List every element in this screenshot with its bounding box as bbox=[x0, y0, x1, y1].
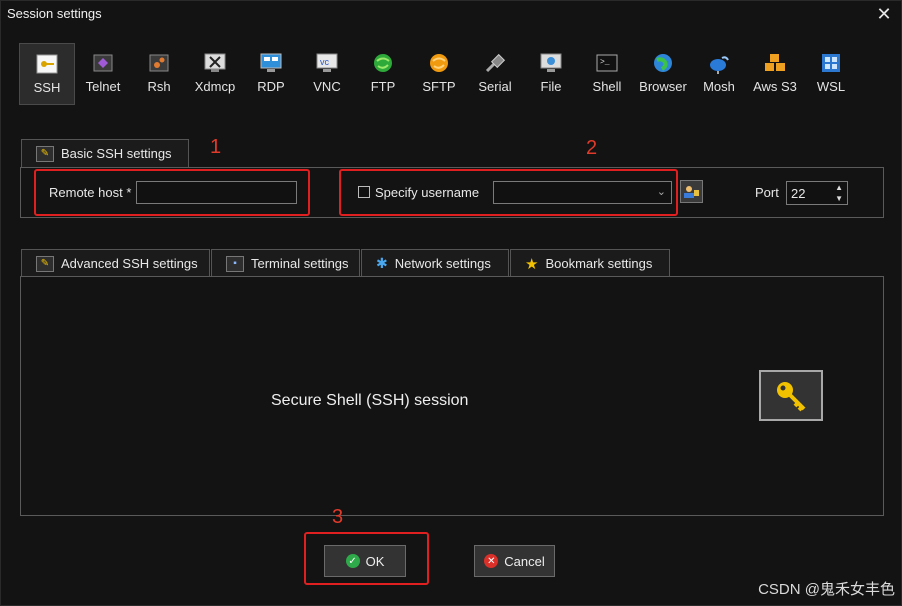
ssh-key-icon bbox=[759, 370, 823, 421]
tab-label: Terminal settings bbox=[251, 256, 349, 271]
protocol-sftp[interactable]: SFTP bbox=[411, 43, 467, 105]
annotation-box-3 bbox=[304, 532, 429, 585]
telnet-icon bbox=[92, 53, 114, 73]
tab-advanced-ssh-settings[interactable]: ✎ Advanced SSH settings bbox=[21, 249, 210, 277]
ssh-key-icon bbox=[36, 54, 58, 74]
svg-text:vc: vc bbox=[320, 57, 330, 67]
protocol-vnc[interactable]: vc VNC bbox=[299, 43, 355, 105]
session-content-panel: Secure Shell (SSH) session bbox=[20, 276, 884, 516]
annotation-box-1 bbox=[34, 169, 310, 216]
protocol-telnet[interactable]: Telnet bbox=[75, 43, 131, 105]
xdmcp-icon bbox=[204, 53, 226, 73]
aws-s3-icon bbox=[764, 53, 786, 73]
protocol-rdp[interactable]: RDP bbox=[243, 43, 299, 105]
protocol-wsl[interactable]: WSL bbox=[803, 43, 859, 105]
protocol-xdmcp[interactable]: Xdmcp bbox=[187, 43, 243, 105]
wrench-icon: ✎ bbox=[36, 145, 54, 162]
protocol-ftp[interactable]: FTP bbox=[355, 43, 411, 105]
wsl-icon bbox=[820, 53, 842, 73]
rsh-icon bbox=[148, 53, 170, 73]
network-icon: ✱ bbox=[376, 255, 388, 271]
protocol-shell[interactable]: >_ Shell bbox=[579, 43, 635, 105]
annotation-number-1: 1 bbox=[210, 136, 222, 158]
terminal-icon: ▪ bbox=[226, 255, 244, 272]
wrench-icon: ✎ bbox=[36, 255, 54, 272]
annotation-number-2: 2 bbox=[586, 137, 598, 159]
browser-icon bbox=[652, 53, 674, 73]
annotation-number-3: 3 bbox=[332, 506, 344, 528]
spin-arrows-icon[interactable]: ▲ ▼ bbox=[835, 182, 843, 204]
tab-label: Basic SSH settings bbox=[61, 146, 172, 161]
session-settings-dialog: Session settings ✕ SSH Telnet Rsh Xdmcp … bbox=[0, 0, 902, 606]
mosh-icon bbox=[708, 53, 730, 74]
rdp-icon bbox=[260, 53, 282, 73]
serial-icon bbox=[484, 53, 506, 73]
protocol-mosh[interactable]: Mosh bbox=[691, 43, 747, 105]
ftp-icon bbox=[372, 53, 394, 73]
shell-icon: >_ bbox=[596, 53, 618, 73]
file-icon bbox=[540, 53, 562, 73]
tab-label: Network settings bbox=[394, 256, 491, 271]
title-bar: Session settings ✕ bbox=[1, 1, 901, 27]
protocol-rsh[interactable]: Rsh bbox=[131, 43, 187, 105]
protocol-serial[interactable]: Serial bbox=[467, 43, 523, 105]
tab-terminal-settings[interactable]: ▪ Terminal settings bbox=[211, 249, 360, 277]
user-manager-button[interactable] bbox=[680, 180, 703, 203]
session-description: Secure Shell (SSH) session bbox=[271, 392, 469, 409]
cancel-label: Cancel bbox=[504, 553, 545, 569]
tab-network-settings[interactable]: ✱ Network settings bbox=[361, 249, 509, 277]
tab-label: Bookmark settings bbox=[545, 256, 653, 271]
window-title: Session settings bbox=[7, 6, 102, 21]
port-label: Port bbox=[755, 185, 779, 200]
vnc-icon: vc bbox=[316, 53, 338, 73]
protocol-file[interactable]: File bbox=[523, 43, 579, 105]
user-icon bbox=[684, 186, 699, 198]
tab-label: Advanced SSH settings bbox=[61, 256, 198, 271]
protocol-ssh[interactable]: SSH bbox=[19, 43, 75, 105]
protocol-browser[interactable]: Browser bbox=[635, 43, 691, 105]
protocol-toolbar: SSH Telnet Rsh Xdmcp RDP vc VNC FTP SFTP… bbox=[19, 43, 859, 105]
close-icon[interactable]: ✕ bbox=[873, 3, 895, 25]
cancel-button[interactable]: ✕ Cancel bbox=[474, 545, 555, 577]
tab-basic-ssh-settings[interactable]: ✎ Basic SSH settings bbox=[21, 139, 189, 167]
protocol-aws-s3[interactable]: Aws S3 bbox=[747, 43, 803, 105]
cancel-x-icon: ✕ bbox=[484, 554, 499, 568]
port-value: 22 bbox=[791, 186, 806, 201]
annotation-box-2 bbox=[339, 169, 678, 216]
watermark: CSDN @鬼禾女丰色 bbox=[758, 581, 895, 598]
star-icon: ★ bbox=[525, 255, 539, 273]
sftp-icon bbox=[428, 53, 450, 73]
port-spinbox[interactable]: 22 ▲ ▼ bbox=[786, 181, 848, 205]
tab-bookmark-settings[interactable]: ★ Bookmark settings bbox=[510, 249, 670, 277]
svg-text:>_: >_ bbox=[600, 58, 610, 67]
